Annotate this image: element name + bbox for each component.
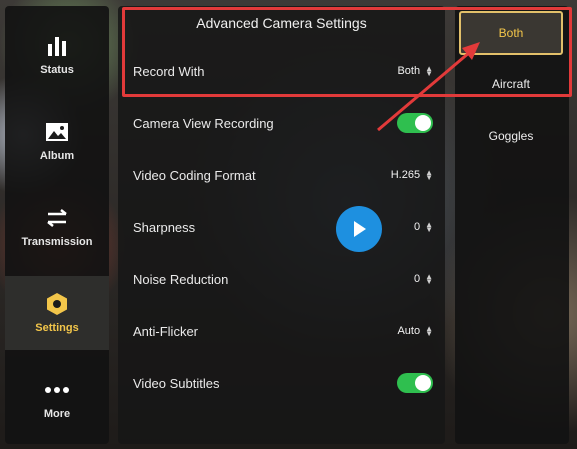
sidebar-item-label: Settings xyxy=(35,322,79,334)
play-icon xyxy=(354,221,366,237)
sidebar: Status Album Transmission Settings More xyxy=(5,6,109,444)
row-value: 0 xyxy=(413,221,421,233)
row-label: Noise Reduction xyxy=(133,271,229,287)
up-down-icon: ▲ ▼ xyxy=(425,272,433,286)
sidebar-item-more[interactable]: More xyxy=(5,362,109,436)
camera-view-recording-row: Camera View Recording xyxy=(133,108,433,138)
sidebar-item-transmission[interactable]: Transmission xyxy=(5,190,109,264)
bar-chart-icon xyxy=(44,34,70,58)
noise-reduction-select[interactable]: 0 ▲ ▼ xyxy=(413,272,433,286)
highlight-box xyxy=(122,7,572,97)
toggle-knob xyxy=(415,375,431,391)
more-dots-icon xyxy=(44,378,70,402)
toggle-knob xyxy=(415,115,431,131)
video-subtitles-row: Video Subtitles xyxy=(133,368,433,398)
video-coding-format-select[interactable]: H.265 ▲ ▼ xyxy=(390,168,433,182)
anti-flicker-select[interactable]: Auto ▲ ▼ xyxy=(397,324,433,338)
row-value: H.265 xyxy=(390,169,421,181)
sharpness-select[interactable]: 0 ▲ ▼ xyxy=(413,220,433,234)
row-value: Auto xyxy=(397,325,421,337)
row-label: Camera View Recording xyxy=(133,115,274,131)
image-icon xyxy=(44,120,70,144)
row-label: Video Coding Format xyxy=(133,167,256,183)
up-down-icon: ▲ ▼ xyxy=(425,168,433,182)
noise-reduction-row[interactable]: Noise Reduction 0 ▲ ▼ xyxy=(133,264,433,294)
camera-view-recording-toggle[interactable] xyxy=(397,113,433,133)
hexagon-gear-icon xyxy=(44,292,70,316)
up-down-icon: ▲ ▼ xyxy=(425,220,433,234)
row-value: 0 xyxy=(413,273,421,285)
row-label: Anti-Flicker xyxy=(133,323,199,339)
sharpness-row[interactable]: Sharpness 0 ▲ ▼ xyxy=(133,212,433,242)
video-subtitles-toggle[interactable] xyxy=(397,373,433,393)
play-button[interactable] xyxy=(336,206,382,252)
sidebar-item-settings[interactable]: Settings xyxy=(5,276,109,350)
sidebar-item-label: Transmission xyxy=(21,236,93,248)
sidebar-item-label: Album xyxy=(39,150,75,162)
row-label: Sharpness xyxy=(133,219,196,235)
option-goggles[interactable]: Goggles xyxy=(459,114,563,158)
video-coding-format-row[interactable]: Video Coding Format H.265 ▲ ▼ xyxy=(133,160,433,190)
row-label: Video Subtitles xyxy=(133,375,220,391)
option-label: Goggles xyxy=(488,129,534,143)
sidebar-item-status[interactable]: Status xyxy=(5,18,109,92)
anti-flicker-row[interactable]: Anti-Flicker Auto ▲ ▼ xyxy=(133,316,433,346)
swap-icon xyxy=(44,206,70,230)
sidebar-item-label: More xyxy=(43,408,71,420)
sidebar-item-album[interactable]: Album xyxy=(5,104,109,178)
sidebar-item-label: Status xyxy=(40,64,74,76)
up-down-icon: ▲ ▼ xyxy=(425,324,433,338)
